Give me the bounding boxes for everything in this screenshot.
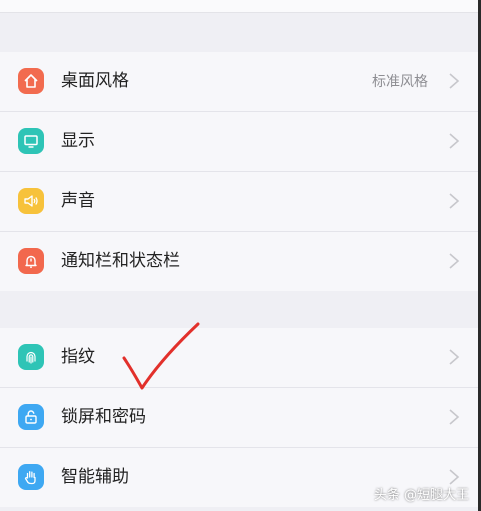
bell-icon xyxy=(18,248,44,274)
home-icon xyxy=(18,68,44,94)
row-label: 桌面风格 xyxy=(61,71,129,91)
watermark: 头条 @短腿大王 xyxy=(373,488,469,503)
chevron-right-icon xyxy=(449,349,460,365)
row-label: 智能辅助 xyxy=(61,467,129,487)
chevron-right-icon xyxy=(449,253,460,269)
settings-group-security: 指纹 锁屏和密码 智能辅助 xyxy=(0,328,478,507)
settings-row-fingerprint[interactable]: 指纹 xyxy=(0,328,478,388)
row-label: 指纹 xyxy=(61,347,95,367)
row-label: 通知栏和状态栏 xyxy=(61,251,180,271)
checkmark-annotation xyxy=(122,322,200,390)
chevron-right-icon xyxy=(449,133,460,149)
lock-icon xyxy=(18,404,44,430)
chevron-right-icon xyxy=(449,409,460,425)
settings-row-display[interactable]: 显示 xyxy=(0,112,478,172)
display-icon xyxy=(18,128,44,154)
row-label: 锁屏和密码 xyxy=(61,407,146,427)
fingerprint-icon xyxy=(18,344,44,370)
row-label: 显示 xyxy=(61,131,95,151)
chevron-right-icon xyxy=(449,73,460,89)
settings-row-sound[interactable]: 声音 xyxy=(0,172,478,232)
settings-row-lockscreen[interactable]: 锁屏和密码 xyxy=(0,388,478,448)
settings-group-display: 桌面风格 标准风格 显示 声音 通知栏和状态栏 xyxy=(0,52,478,291)
row-value: 标准风格 xyxy=(372,74,428,90)
speaker-icon xyxy=(18,188,44,214)
settings-row-desktop-style[interactable]: 桌面风格 标准风格 xyxy=(0,52,478,112)
chevron-right-icon xyxy=(449,193,460,209)
previous-group-edge xyxy=(0,0,478,13)
settings-row-notifications[interactable]: 通知栏和状态栏 xyxy=(0,232,478,291)
row-label: 声音 xyxy=(61,191,95,211)
hand-icon xyxy=(18,464,44,490)
